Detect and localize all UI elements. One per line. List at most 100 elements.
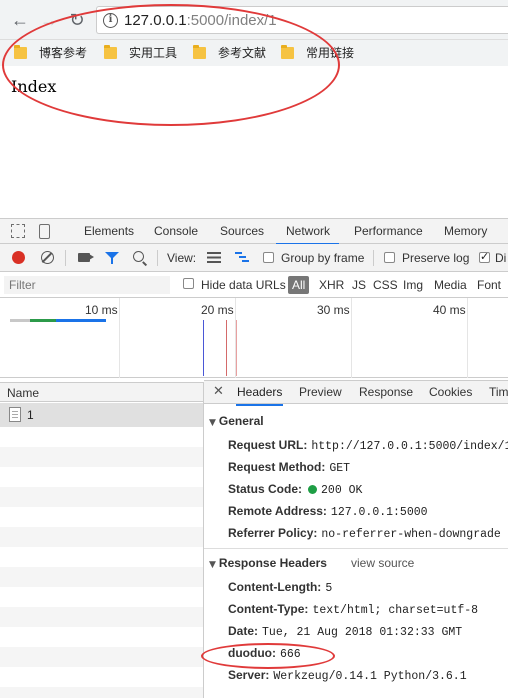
- annotation-ellipse: [201, 643, 335, 669]
- tab-preview[interactable]: Preview: [299, 385, 342, 399]
- filter-input[interactable]: [4, 276, 170, 294]
- triangle-down-icon: ▼: [209, 560, 216, 570]
- filter-bar: Hide data URLs All XHR JS CSS Img Media …: [0, 272, 508, 298]
- devtools-tab-bar: Elements Console Sources Network Perform…: [0, 218, 508, 245]
- type-filter-js[interactable]: JS: [352, 278, 366, 292]
- overview-bar-ttfb: [30, 319, 56, 322]
- header-row: Request URL: http://127.0.0.1:5000/index/…: [228, 438, 508, 453]
- document-icon: [9, 407, 21, 422]
- network-toolbar: View: Group by frame Preserve log Di: [0, 244, 508, 272]
- camera-icon[interactable]: [78, 253, 94, 262]
- type-filter-media[interactable]: Media: [434, 278, 467, 292]
- disable-cache-label: Di: [495, 251, 507, 265]
- header-row: Remote Address: 127.0.0.1:5000: [228, 504, 428, 519]
- tab-console[interactable]: Console: [154, 224, 198, 238]
- request-row[interactable]: 1: [0, 403, 203, 427]
- group-by-frame-checkbox[interactable]: [263, 252, 274, 263]
- request-name: 1: [27, 408, 34, 422]
- list-view-icon[interactable]: [207, 252, 221, 263]
- tab-network[interactable]: Network: [276, 224, 340, 245]
- network-overview[interactable]: 10 ms 20 ms 30 ms 40 ms: [0, 298, 508, 378]
- back-arrow-icon[interactable]: ←: [9, 9, 31, 31]
- overview-gridline: [351, 298, 352, 378]
- close-icon[interactable]: ✕: [213, 384, 224, 399]
- response-headers-section-header[interactable]: ▼ Response Headers: [209, 556, 327, 570]
- waterfall-icon[interactable]: [235, 252, 249, 263]
- view-label: View:: [167, 251, 197, 265]
- device-icon[interactable]: [39, 224, 50, 239]
- header-row: Request Method: GET: [228, 460, 350, 475]
- name-column-header[interactable]: Name: [0, 382, 203, 402]
- overview-tick-label: 40 ms: [433, 303, 466, 317]
- response-headers-title: Response Headers: [218, 556, 327, 570]
- inspect-icon[interactable]: [11, 224, 25, 238]
- header-row: Server: Werkzeug/0.14.1 Python/3.6.1: [228, 668, 467, 683]
- header-row: Content-Length: 5: [228, 580, 332, 595]
- search-icon[interactable]: [133, 251, 144, 262]
- header-key: Content-Length:: [228, 580, 322, 594]
- hide-data-urls-checkbox[interactable]: [183, 278, 194, 289]
- section-divider: [204, 548, 508, 549]
- header-key: Referrer Policy:: [228, 526, 318, 540]
- load-event-marker: [226, 320, 227, 376]
- preserve-log-label: Preserve log: [402, 251, 470, 265]
- type-filter-xhr[interactable]: XHR: [319, 278, 344, 292]
- header-key: Remote Address:: [228, 504, 327, 518]
- request-list-empty-area: [0, 427, 203, 698]
- preserve-log-checkbox[interactable]: [384, 252, 395, 263]
- header-key: Server:: [228, 668, 270, 682]
- general-title: General: [218, 414, 264, 428]
- filter-icon[interactable]: [105, 252, 119, 264]
- panel-divider[interactable]: [203, 382, 204, 698]
- header-row: Content-Type: text/html; charset=utf-8: [228, 602, 478, 617]
- header-value: GET: [329, 462, 351, 475]
- toolbar-divider: [157, 250, 158, 266]
- type-filter-img[interactable]: Img: [403, 278, 423, 292]
- type-filter-font[interactable]: Font: [477, 278, 501, 292]
- header-value: 127.0.0.1:5000: [330, 506, 428, 519]
- annotation-ellipse: [2, 4, 340, 126]
- toolbar-divider: [373, 250, 374, 266]
- overview-tick-label: 10 ms: [85, 303, 118, 317]
- header-value: http://127.0.0.1:5000/index/1: [311, 440, 508, 453]
- group-by-frame-label: Group by frame: [281, 251, 365, 265]
- tab-cookies[interactable]: Cookies: [429, 385, 472, 399]
- header-key: Request Method:: [228, 460, 326, 474]
- header-value: Werkzeug/0.14.1 Python/3.6.1: [273, 670, 467, 683]
- tab-sources[interactable]: Sources: [220, 224, 264, 238]
- header-value: text/html; charset=utf-8: [312, 604, 479, 617]
- overview-gridline: [119, 298, 120, 378]
- tab-timing[interactable]: Tim: [489, 385, 508, 399]
- tab-memory[interactable]: Memory: [444, 224, 487, 238]
- toolbar-divider: [65, 250, 66, 266]
- clear-icon[interactable]: [41, 251, 54, 264]
- tab-elements[interactable]: Elements: [84, 224, 134, 238]
- header-key: Request URL:: [228, 438, 308, 452]
- tab-headers[interactable]: Headers: [236, 385, 284, 406]
- overview-bar-download: [56, 319, 106, 322]
- general-section-header[interactable]: ▼ General: [209, 414, 264, 428]
- header-row: Date: Tue, 21 Aug 2018 01:32:33 GMT: [228, 624, 462, 639]
- header-value: Tue, 21 Aug 2018 01:32:33 GMT: [262, 626, 463, 639]
- view-source-link[interactable]: view source: [351, 556, 414, 570]
- overview-gridline: [467, 298, 468, 378]
- header-value: 200 OK: [321, 484, 363, 497]
- disable-cache-checkbox[interactable]: [479, 250, 490, 263]
- status-ok-icon: [308, 485, 318, 494]
- type-filter-css[interactable]: CSS: [373, 278, 398, 292]
- tab-performance[interactable]: Performance: [354, 224, 423, 238]
- tab-response[interactable]: Response: [359, 385, 413, 399]
- overview-tick-label: 30 ms: [317, 303, 350, 317]
- header-key: Status Code:: [228, 482, 303, 496]
- header-key: Content-Type:: [228, 602, 309, 616]
- record-icon[interactable]: [12, 251, 25, 264]
- header-row: Referrer Policy: no-referrer-when-downgra…: [228, 526, 501, 541]
- overview-tick-label: 20 ms: [201, 303, 234, 317]
- header-row: Status Code: 200 OK: [228, 482, 362, 497]
- header-key: Date:: [228, 624, 259, 638]
- load-event-marker: [236, 320, 237, 376]
- header-value: no-referrer-when-downgrade: [321, 528, 501, 541]
- type-filter-all[interactable]: All: [288, 276, 310, 294]
- header-value: 5: [325, 582, 333, 595]
- hide-data-urls-label: Hide data URLs: [201, 278, 286, 292]
